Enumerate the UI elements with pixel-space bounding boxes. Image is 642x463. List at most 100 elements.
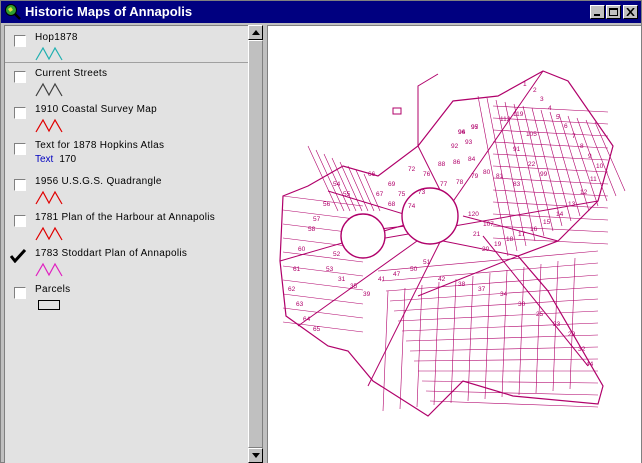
close-button[interactable] bbox=[623, 5, 638, 19]
title-bar[interactable]: Historic Maps of Annapolis bbox=[1, 1, 641, 23]
lot-line bbox=[433, 281, 440, 406]
lot-label: 13 bbox=[568, 201, 576, 208]
lot-label: 29 bbox=[568, 331, 576, 338]
text-symbol: Text 170 bbox=[35, 154, 76, 165]
minimize-button[interactable] bbox=[590, 5, 605, 19]
lot-line bbox=[385, 274, 599, 292]
lot-line bbox=[492, 225, 609, 233]
lot-label: 2 bbox=[533, 87, 537, 94]
minimize-icon bbox=[594, 14, 600, 16]
layer-visibility-checkbox[interactable] bbox=[14, 287, 26, 299]
layer-name: Hop1878 bbox=[35, 32, 78, 43]
lot-line bbox=[282, 321, 364, 333]
lot-label: 105 bbox=[526, 131, 537, 138]
lot-label: 58 bbox=[308, 226, 316, 233]
lot-label: 12 bbox=[580, 189, 588, 196]
lot-label: 77 bbox=[440, 181, 448, 188]
lot-line bbox=[569, 257, 576, 390]
lot-label: 61 bbox=[293, 266, 301, 273]
lot-label: 4 bbox=[548, 105, 552, 112]
scroll-up-button[interactable] bbox=[248, 25, 263, 40]
lot-label: 52 bbox=[333, 251, 341, 258]
maximize-button[interactable] bbox=[606, 5, 621, 19]
lot-label: 95 bbox=[471, 124, 479, 131]
window-title: Historic Maps of Annapolis bbox=[25, 4, 193, 19]
layer-visibility-checkbox[interactable] bbox=[10, 249, 26, 263]
line-symbol-icon bbox=[35, 190, 63, 205]
lot-label: 51 bbox=[423, 259, 431, 266]
layer-visibility-checkbox[interactable] bbox=[14, 107, 26, 119]
toc-scrollbar[interactable] bbox=[248, 25, 263, 463]
layer-visibility-checkbox[interactable] bbox=[14, 143, 26, 155]
lot-label: 18 bbox=[506, 236, 514, 243]
lot-label: 10 bbox=[596, 163, 604, 170]
maximize-icon bbox=[609, 8, 618, 16]
lot-label: 19 bbox=[494, 241, 502, 248]
lot-label: 62 bbox=[288, 286, 296, 293]
layer-item[interactable]: 1781 Plan of the Harbour at Annapolis bbox=[5, 206, 248, 242]
lot-label: 68 bbox=[388, 201, 396, 208]
lot-label: 3 bbox=[540, 96, 544, 103]
lot-label: 107 bbox=[483, 221, 494, 228]
lot-label: 53 bbox=[326, 266, 334, 273]
lot-line bbox=[492, 189, 609, 197]
lot-label: 38 bbox=[458, 281, 466, 288]
lot-label: 112 bbox=[500, 116, 511, 123]
road-line bbox=[417, 73, 439, 146]
layer-name: 1783 Stoddart Plan of Annapolis bbox=[35, 248, 188, 259]
lot-label: 7 bbox=[572, 133, 576, 140]
layer-item[interactable]: 1956 U.S.G.S. Quadrangle bbox=[5, 170, 248, 206]
lot-label: 79 bbox=[471, 173, 479, 180]
lot-line bbox=[393, 298, 599, 312]
legend-label: Text bbox=[35, 154, 54, 165]
polygon-symbol-icon bbox=[38, 300, 60, 310]
street-line bbox=[417, 255, 519, 297]
layer-item[interactable]: Text for 1878 Hopkins Atlas Text 170 bbox=[5, 134, 248, 170]
line-symbol-icon bbox=[35, 226, 63, 241]
lot-label: 80 bbox=[483, 169, 491, 176]
layer-visibility-checkbox[interactable] bbox=[14, 35, 26, 47]
scroll-thumb[interactable] bbox=[248, 40, 263, 448]
lot-label: 92 bbox=[451, 143, 459, 150]
layer-item[interactable]: Parcels bbox=[5, 278, 248, 314]
layer-item[interactable]: Current Streets bbox=[5, 62, 248, 98]
layer-visibility-checkbox[interactable] bbox=[14, 215, 26, 227]
lot-line bbox=[382, 290, 389, 412]
lot-line bbox=[399, 287, 406, 410]
lot-label: 9 bbox=[588, 153, 592, 160]
layer-visibility-checkbox[interactable] bbox=[14, 179, 26, 191]
lot-label: 22 bbox=[528, 161, 536, 168]
lot-label: 23 bbox=[553, 321, 561, 328]
lot-label: 120 bbox=[468, 211, 479, 218]
table-of-contents: Hop1878 Current Streets 1910 Coastal Surve… bbox=[4, 25, 248, 463]
lot-line bbox=[397, 310, 599, 322]
lot-label: 17 bbox=[518, 231, 526, 238]
lot-label: 72 bbox=[408, 166, 416, 173]
lot-line bbox=[282, 307, 364, 319]
lot-line bbox=[484, 272, 491, 400]
lot-label: 76 bbox=[423, 171, 431, 178]
layer-name: 1910 Coastal Survey Map bbox=[35, 104, 157, 115]
lot-line bbox=[501, 269, 508, 398]
line-symbol-icon bbox=[35, 118, 63, 133]
map-view[interactable]: 96 97 92 93 88 86 84 76 77 78 79 80 81 83 72 73 74 69 75 67… bbox=[267, 25, 641, 463]
lot-label: 66 bbox=[368, 171, 376, 178]
lot-label: 65 bbox=[313, 326, 321, 333]
lot-line bbox=[531, 107, 563, 227]
lot-label: 73 bbox=[418, 189, 426, 196]
street-line bbox=[482, 235, 589, 367]
street-line bbox=[367, 235, 444, 387]
lot-label: 20 bbox=[482, 246, 490, 253]
scroll-down-button[interactable] bbox=[248, 448, 263, 463]
lot-label: 44 bbox=[586, 361, 594, 368]
layer-name: Parcels bbox=[35, 284, 71, 295]
layer-item[interactable]: Hop1878 bbox=[5, 26, 248, 63]
lot-label: 14 bbox=[556, 211, 564, 218]
lot-label: 11 bbox=[590, 176, 597, 183]
layer-visibility-checkbox[interactable] bbox=[14, 71, 26, 83]
lot-label: 8 bbox=[580, 143, 584, 150]
layer-item[interactable]: 1910 Coastal Survey Map bbox=[5, 98, 248, 134]
layer-item[interactable]: 1783 Stoddart Plan of Annapolis bbox=[5, 242, 248, 278]
layer-name: Current Streets bbox=[35, 68, 108, 79]
lot-line bbox=[421, 380, 599, 384]
